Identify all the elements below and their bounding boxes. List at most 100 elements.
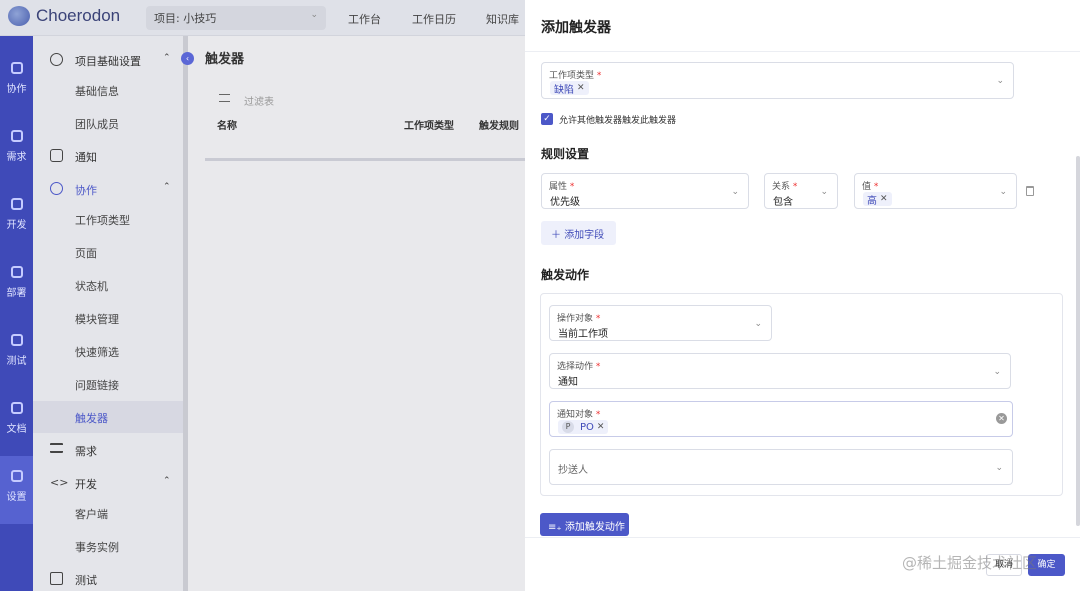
nav-workbench[interactable]: 工作台	[348, 11, 381, 27]
rail-item-test[interactable]: 测试	[0, 320, 33, 388]
sidebar-item-module[interactable]: 模块管理	[75, 311, 119, 327]
rule-relation-label: 关系 *	[772, 182, 798, 192]
notify-target-label: 通知对象 *	[557, 410, 601, 420]
issue-type-value: 缺陷 ✕	[550, 81, 589, 96]
rule-value-label: 值 *	[862, 182, 879, 192]
sidebar-group-notify[interactable]: 通知	[75, 149, 97, 165]
chevron-up-icon[interactable]: ⌃	[163, 476, 171, 486]
notify-target-select[interactable]: 通知对象 * P PO ✕	[549, 401, 1013, 437]
action-type-select[interactable]: 选择动作 * 通知 ⌄	[549, 353, 1011, 389]
chevron-down-icon: ⌄	[731, 187, 739, 197]
action-target-label: 操作对象 *	[557, 314, 601, 324]
test-icon	[10, 334, 23, 346]
add-list-icon: ≡₊	[548, 522, 562, 533]
table-divider	[205, 158, 525, 161]
rail-label: 设置	[6, 492, 27, 503]
issue-type-label: 工作项类型 *	[549, 71, 602, 81]
nav-knowledge[interactable]: 知识库	[486, 11, 519, 27]
bell-icon	[50, 149, 63, 162]
drawer-header-divider	[525, 51, 1080, 52]
sidebar-active-highlight	[33, 401, 183, 433]
rail-item-dev[interactable]: 开发	[0, 184, 33, 252]
sidebar-item-state-machine[interactable]: 状态机	[75, 278, 108, 294]
code-icon: <>	[50, 476, 69, 489]
rail-label: 测试	[6, 356, 27, 367]
sidebar-item-client[interactable]: 客户端	[75, 506, 108, 522]
drawer-footer-divider	[525, 537, 1080, 538]
sidebar-item-page[interactable]: 页面	[75, 245, 97, 261]
chevron-down-icon: ⌄	[996, 76, 1004, 86]
collapse-sidebar-button[interactable]: ‹	[181, 52, 194, 65]
list-icon	[50, 443, 63, 453]
column-header-rule[interactable]: 触发规则	[479, 117, 519, 132]
test-icon	[50, 572, 63, 585]
chevron-down-icon: ⌄	[754, 319, 762, 329]
sidebar-group-collab[interactable]: 协作	[75, 182, 97, 198]
sidebar-item-issue-type[interactable]: 工作项类型	[75, 212, 130, 228]
rail-label: 需求	[6, 152, 27, 163]
notify-target-tags: P PO ✕	[558, 420, 609, 434]
chevron-up-icon[interactable]: ⌃	[163, 182, 171, 192]
plus-icon: ＋	[551, 230, 561, 241]
issue-type-select[interactable]: 工作项类型 * 缺陷 ✕ ⌄	[541, 62, 1014, 99]
project-select[interactable]: 项目: 小技巧 ⌄	[146, 6, 326, 30]
action-target-select[interactable]: 操作对象 * 当前工作项 ⌄	[549, 305, 772, 341]
drawer-scrollbar[interactable]	[1076, 156, 1080, 526]
rail-item-collab[interactable]: 协作	[0, 48, 33, 116]
chevron-down-icon: ⌄	[995, 463, 1003, 473]
chevron-down-icon: ⌄	[993, 367, 1001, 377]
settings-icon	[10, 470, 23, 482]
remove-tag-icon[interactable]: ✕	[577, 83, 585, 93]
rail-item-deploy[interactable]: 部署	[0, 252, 33, 320]
deploy-icon	[10, 266, 23, 278]
tag-high: 高 ✕	[863, 192, 892, 207]
remove-tag-icon[interactable]: ✕	[597, 422, 605, 432]
rail-label: 文档	[6, 424, 27, 435]
allow-other-checkbox[interactable]: ✓	[541, 113, 553, 125]
rule-relation-select[interactable]: 关系 * 包含 ⌄	[764, 173, 838, 209]
sidebar-item-basic-info[interactable]: 基础信息	[75, 83, 119, 99]
delete-rule-icon[interactable]	[1026, 186, 1034, 196]
remove-tag-icon[interactable]: ✕	[880, 194, 888, 204]
cc-select[interactable]: 抄送人 ⌄	[549, 449, 1013, 485]
rule-attribute-select[interactable]: 属性 * 优先级 ⌄	[541, 173, 749, 209]
column-header-name[interactable]: 名称	[217, 117, 237, 132]
column-header-issue-type[interactable]: 工作项类型	[404, 117, 454, 132]
sidebar-item-quick-filter[interactable]: 快速筛选	[75, 344, 119, 360]
rail-item-requirement[interactable]: 需求	[0, 116, 33, 184]
sidebar-group-dev[interactable]: 开发	[75, 476, 97, 492]
sidebar-group-requirement[interactable]: 需求	[75, 443, 97, 459]
rules-section-title: 规则设置	[541, 147, 590, 161]
filter-input[interactable]: 过滤表	[244, 93, 274, 108]
add-field-button[interactable]: ＋ 添加字段	[541, 221, 616, 245]
clear-icon[interactable]: ✕	[996, 413, 1007, 424]
app-logo[interactable]: Choerodon	[8, 6, 120, 26]
sidebar-item-trigger[interactable]: 触发器	[75, 410, 108, 426]
rule-relation-value: 包含	[773, 197, 793, 208]
sidebar-group-test[interactable]: 测试	[75, 572, 97, 588]
nav-calendar[interactable]: 工作日历	[412, 11, 456, 27]
sidebar-group-project-settings[interactable]: 项目基础设置	[75, 53, 141, 69]
allow-other-label: 允许其他触发器触发此触发器	[559, 116, 677, 126]
sidebar-item-team[interactable]: 团队成员	[75, 116, 119, 132]
rule-attribute-value: 优先级	[550, 197, 580, 208]
rail-label: 部署	[6, 288, 27, 299]
watermark: @稀土掘金技术社区	[902, 554, 1038, 572]
add-action-label: 添加触发动作	[564, 522, 625, 533]
actions-section-title: 触发动作	[541, 268, 590, 282]
rail-item-doc[interactable]: 文档	[0, 388, 33, 456]
code-icon	[10, 198, 23, 210]
sidebar-scrollbar[interactable]	[183, 36, 188, 591]
drawer-title: 添加触发器	[541, 20, 611, 36]
rail-label: 开发	[6, 220, 27, 231]
rule-value-select[interactable]: 值 * 高 ✕ ⌄	[854, 173, 1017, 209]
chevron-up-icon[interactable]: ⌃	[163, 53, 171, 63]
page-title: 触发器	[205, 52, 245, 67]
rule-value-tags: 高 ✕	[863, 192, 892, 207]
sidebar-item-instance[interactable]: 事务实例	[75, 539, 119, 555]
add-action-button[interactable]: ≡₊ 添加触发动作	[540, 513, 629, 536]
project-select-value: 项目: 小技巧	[154, 12, 217, 25]
action-type-label: 选择动作 *	[557, 362, 601, 372]
sidebar-item-issue-link[interactable]: 问题链接	[75, 377, 119, 393]
rail-item-settings[interactable]: 设置	[0, 456, 33, 524]
